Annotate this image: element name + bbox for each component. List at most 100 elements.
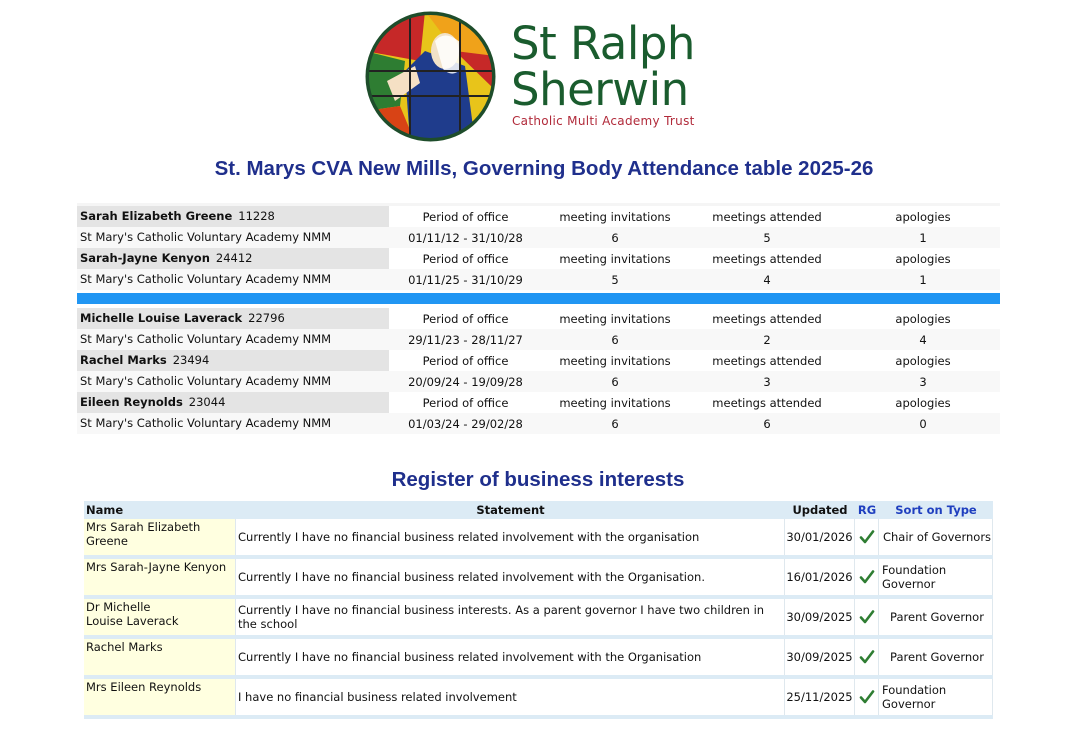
col-label-invitations: meeting invitations: [559, 311, 671, 326]
governor-name: Michelle Louise Laverack: [80, 311, 243, 325]
interest-name: Mrs Sarah-Jayne Kenyon: [84, 559, 236, 595]
checkmark-icon: [859, 650, 874, 664]
governor-data-row: St Mary's Catholic Voluntary Academy NMM…: [77, 227, 1000, 248]
governor-id: 24412: [215, 251, 253, 265]
governor-name-cell: Rachel Marks 23494: [77, 350, 389, 371]
col-label-attended: meetings attended: [712, 251, 822, 266]
header-updated: Updated: [792, 503, 848, 517]
header-statement: Statement: [476, 503, 545, 517]
col-label-attended: meetings attended: [712, 209, 822, 224]
apologies-count: 1: [919, 272, 927, 287]
register-row: Mrs Sarah Elizabeth Greene Currently I ha…: [84, 519, 993, 559]
register-row: Dr Michelle Louise Laverack Currently I h…: [84, 599, 993, 639]
checkmark-icon: [859, 570, 874, 584]
period-of-office: 01/11/25 - 31/10/29: [408, 272, 523, 287]
invitations-count: 6: [611, 230, 619, 245]
period-of-office: 29/11/23 - 28/11/27: [408, 332, 523, 347]
governor-data-row: St Mary's Catholic Voluntary Academy NMM…: [77, 329, 1000, 350]
governor-type: Parent Governor: [879, 639, 993, 675]
invitations-count: 6: [611, 332, 619, 347]
interest-statement: Currently I have no financial business r…: [236, 519, 785, 555]
governor-name-cell: Michelle Louise Laverack 22796: [77, 308, 389, 329]
interest-updated: 25/11/2025: [785, 679, 855, 715]
governor-id: 23044: [188, 395, 226, 409]
governor-type: Chair of Governors: [879, 519, 993, 555]
interest-updated: 16/01/2026: [785, 559, 855, 595]
invitations-count: 5: [611, 272, 619, 287]
register-body: Mrs Sarah Elizabeth Greene Currently I ha…: [84, 519, 993, 719]
register-table: Name Statement Updated RG Sort on Type M…: [84, 501, 993, 719]
col-label-attended: meetings attended: [712, 395, 822, 410]
governor-id: 22796: [248, 311, 285, 325]
register-row: Mrs Sarah-Jayne Kenyon Currently I have n…: [84, 559, 993, 599]
interest-updated: 30/01/2026: [785, 519, 855, 555]
logo-subtitle: Catholic Multi Academy Trust: [512, 114, 695, 128]
trust-logo: St Ralph Sherwin Catholic Multi Academy …: [365, 9, 715, 142]
attendance-group-b: Michelle Louise Laverack 22796 Period of o…: [77, 308, 1000, 434]
col-label-attended: meetings attended: [712, 353, 822, 368]
governor-school: St Mary's Catholic Voluntary Academy NMM: [80, 374, 332, 388]
interest-name: Rachel Marks: [84, 639, 236, 675]
col-label-invitations: meeting invitations: [559, 395, 671, 410]
governor-name: Sarah Elizabeth Greene: [80, 209, 233, 223]
governor-name-cell: Sarah Elizabeth Greene 11228: [77, 206, 389, 227]
governor-school: St Mary's Catholic Voluntary Academy NMM: [80, 272, 332, 286]
logo-name-line1: St Ralph: [511, 17, 695, 70]
logo-name: St Ralph Sherwin: [511, 21, 695, 113]
col-label-apologies: apologies: [895, 311, 951, 326]
header-rg[interactable]: RG: [855, 503, 879, 517]
period-of-office: 01/03/24 - 29/02/28: [408, 416, 523, 431]
governor-type: Foundation Governor: [879, 679, 993, 715]
attendance-table: Sarah Elizabeth Greene 11228 Period of off…: [77, 203, 1000, 434]
governor-header-row: Eileen Reynolds 23044 Period of office meet…: [77, 392, 1000, 413]
governor-type: Foundation Governor: [879, 559, 993, 595]
invitations-count: 6: [611, 374, 619, 389]
checkmark-icon: [859, 530, 874, 544]
stained-glass-icon: [365, 11, 496, 142]
col-label-apologies: apologies: [895, 251, 951, 266]
interest-name: Mrs Eileen Reynolds: [84, 679, 236, 715]
governor-header-row: Sarah-Jayne Kenyon 24412 Period of office m…: [77, 248, 1000, 269]
col-label-invitations: meeting invitations: [559, 209, 671, 224]
governor-type: Parent Governor: [879, 599, 993, 635]
register-header: Name Statement Updated RG Sort on Type: [84, 501, 993, 519]
governor-name: Eileen Reynolds: [80, 395, 183, 409]
col-label-period: Period of office: [422, 251, 509, 266]
attended-count: 5: [763, 230, 771, 245]
header-sort-on-type[interactable]: Sort on Type: [879, 503, 993, 517]
governor-data-row: St Mary's Catholic Voluntary Academy NMM…: [77, 413, 1000, 434]
interest-statement: Currently I have no financial business i…: [236, 599, 785, 635]
register-row: Rachel Marks Currently I have no financia…: [84, 639, 993, 679]
apologies-count: 1: [919, 230, 927, 245]
interest-name: Dr Michelle Louise Laverack: [84, 599, 236, 635]
attended-count: 2: [763, 332, 771, 347]
register-title: Register of business interests: [391, 468, 685, 491]
interest-updated: 30/09/2025: [785, 599, 855, 635]
col-label-period: Period of office: [422, 311, 509, 326]
attendance-group-a: Sarah Elizabeth Greene 11228 Period of off…: [77, 206, 1000, 290]
invitations-count: 6: [611, 416, 619, 431]
governor-header-row: Sarah Elizabeth Greene 11228 Period of off…: [77, 206, 1000, 227]
period-of-office: 01/11/12 - 31/10/28: [408, 230, 523, 245]
governor-name-cell: Eileen Reynolds 23044: [77, 392, 389, 413]
governor-name: Sarah-Jayne Kenyon: [80, 251, 210, 265]
col-label-invitations: meeting invitations: [559, 251, 671, 266]
header-name: Name: [86, 503, 124, 517]
logo-name-line2: Sherwin: [511, 63, 689, 116]
governor-data-row: St Mary's Catholic Voluntary Academy NMM…: [77, 371, 1000, 392]
governor-name-cell: Sarah-Jayne Kenyon 24412: [77, 248, 389, 269]
register-row: Mrs Eileen Reynolds I have no financial b…: [84, 679, 993, 719]
rg-cell: [855, 679, 879, 715]
governor-school: St Mary's Catholic Voluntary Academy NMM: [80, 416, 332, 430]
interest-statement: I have no financial business related inv…: [236, 679, 785, 715]
col-label-attended: meetings attended: [712, 311, 822, 326]
interest-name: Mrs Sarah Elizabeth Greene: [84, 519, 236, 555]
rg-cell: [855, 639, 879, 675]
col-label-apologies: apologies: [895, 209, 951, 224]
apologies-count: 3: [919, 374, 927, 389]
interest-updated: 30/09/2025: [785, 639, 855, 675]
checkmark-icon: [859, 610, 874, 624]
attended-count: 3: [763, 374, 771, 389]
governor-school: St Mary's Catholic Voluntary Academy NMM: [80, 332, 332, 346]
col-label-apologies: apologies: [895, 395, 951, 410]
